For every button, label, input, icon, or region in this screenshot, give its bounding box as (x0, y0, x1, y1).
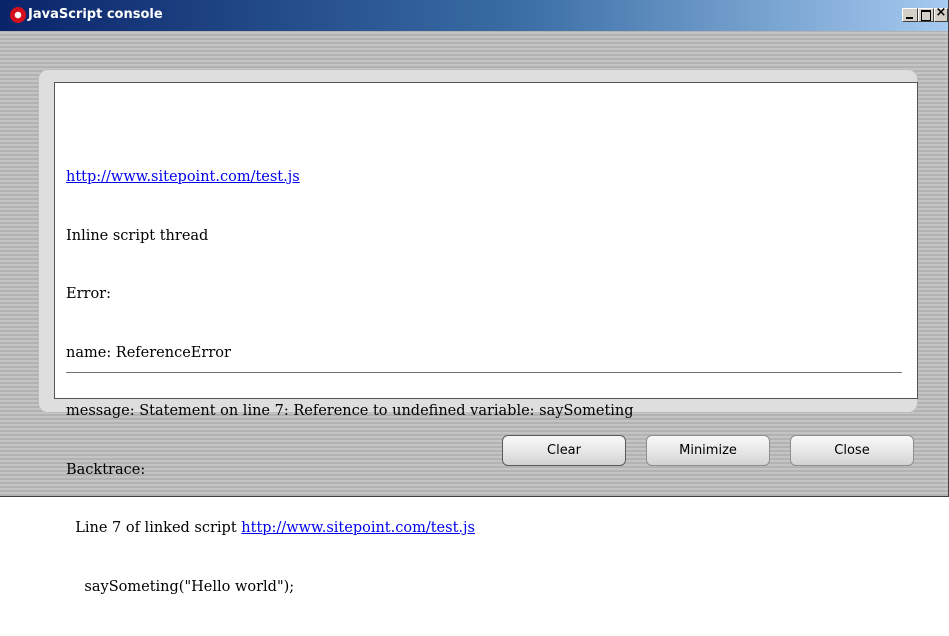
console-line-name: name: ReferenceError (66, 344, 231, 361)
console-line-thread: Inline script thread (66, 227, 209, 244)
maximize-window-button[interactable] (918, 8, 934, 22)
console-line-code: saySometing("Hello world"); (66, 578, 295, 595)
backtrace-url-link[interactable]: http://www.sitepoint.com/test.js (241, 520, 475, 536)
opera-logo-icon (10, 7, 26, 23)
script-url-link[interactable]: http://www.sitepoint.com/test.js (66, 169, 300, 185)
minimize-button[interactable]: Minimize (646, 435, 770, 466)
backtrace-prefix: Line 7 of linked script (66, 520, 242, 536)
console-line-message: message: Statement on line 7: Reference … (66, 403, 634, 419)
maximize-icon (921, 10, 931, 21)
console-messages: http://www.sitepoint.com/test.js Inline … (66, 129, 634, 636)
console-line-backtrace-entry: Line 7 of linked script http://www.sitep… (66, 519, 634, 539)
javascript-console-window: JavaScript console × http://www.sitepoin… (0, 0, 949, 595)
minimize-icon (906, 17, 913, 19)
close-window-button[interactable]: × (934, 5, 948, 22)
console-line-url: http://www.sitepoint.com/test.js (66, 168, 634, 188)
console-line-error: Error: (66, 286, 111, 302)
minimize-window-button[interactable] (902, 8, 918, 22)
close-icon: × (935, 5, 947, 20)
close-button[interactable]: Close (790, 435, 914, 466)
console-divider (66, 372, 902, 373)
console-output[interactable]: http://www.sitepoint.com/test.js Inline … (54, 82, 918, 595)
window-title: JavaScript console (28, 7, 163, 22)
title-bar[interactable]: JavaScript console × (0, 0, 948, 31)
clear-button[interactable]: Clear (502, 435, 626, 466)
